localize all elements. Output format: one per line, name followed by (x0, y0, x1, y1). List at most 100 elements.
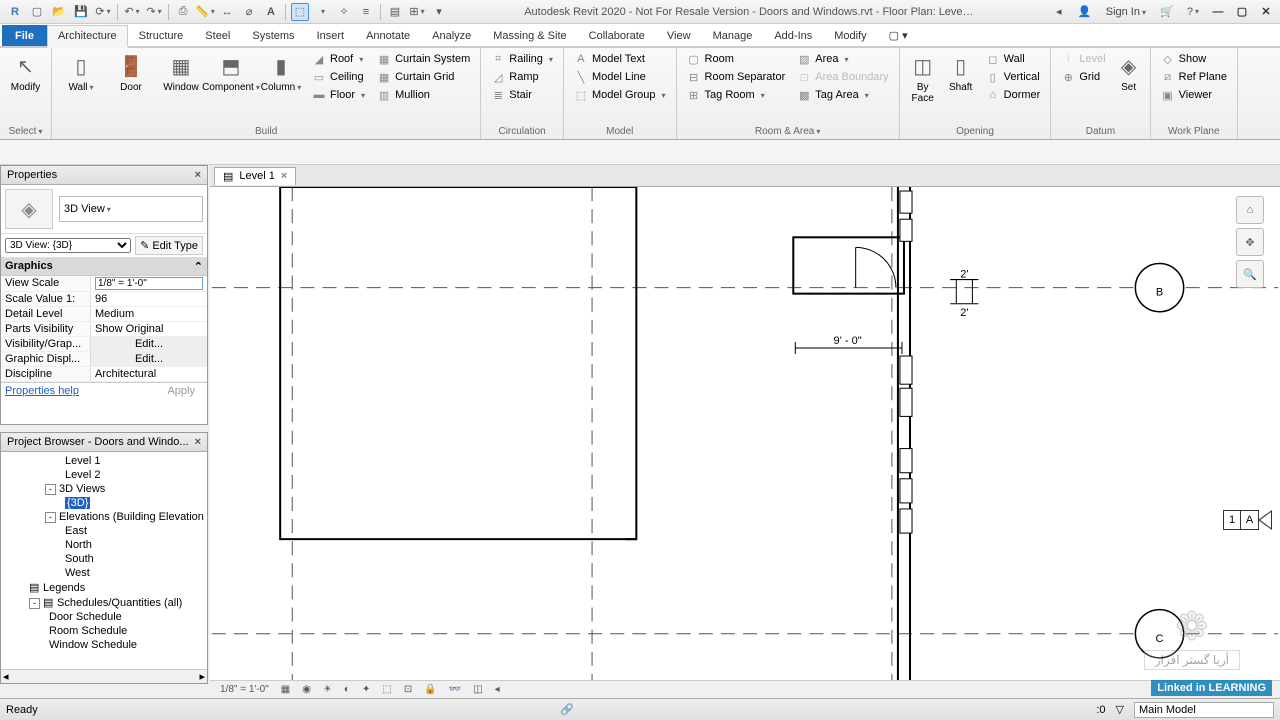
tab-structure[interactable]: Structure (128, 25, 195, 46)
property-row[interactable]: Detail LevelMedium (1, 307, 207, 322)
tree-node[interactable]: South (1, 552, 207, 566)
tree-node[interactable]: Level 1 (1, 454, 207, 468)
tree-node[interactable]: -Elevations (Building Elevation (1, 510, 207, 524)
edit-type-button[interactable]: ✎Edit Type (135, 236, 203, 255)
sun-path-icon[interactable]: ☀ (319, 684, 336, 695)
properties-help-link[interactable]: Properties help (5, 385, 79, 397)
tag-room-tool[interactable]: ⊞Tag Room (683, 86, 790, 104)
home-view-icon[interactable]: ⌂ (1236, 196, 1264, 224)
thin-lines-icon[interactable]: ≡ (357, 3, 375, 21)
property-row[interactable]: Scale Value 1:96 (1, 292, 207, 307)
by-face-tool[interactable]: ◫By Face (906, 50, 940, 106)
maximize-button[interactable]: ▢ (1232, 4, 1252, 20)
room-tool[interactable]: ▢Room (683, 50, 790, 68)
instance-selector[interactable]: 3D View: {3D} (5, 238, 131, 253)
3d-dropdown-icon[interactable] (313, 3, 331, 21)
zoom-icon[interactable]: 🔍 (1236, 260, 1264, 288)
close-hidden-icon[interactable]: ▤ (386, 3, 404, 21)
measure-icon[interactable]: 📏 (196, 3, 214, 21)
window-tool[interactable]: ▦Window (158, 50, 204, 95)
dimension-icon[interactable]: ↔ (218, 3, 236, 21)
model-line-tool[interactable]: ╲Model Line (570, 68, 670, 86)
modify-tool[interactable]: ↖Modify (6, 50, 45, 95)
tab-file[interactable]: File (2, 25, 47, 46)
close-button[interactable]: ✕ (1256, 4, 1276, 20)
view-tab-close[interactable]: × (281, 170, 287, 182)
model-group-tool[interactable]: ⬚Model Group (570, 86, 670, 104)
expander-icon[interactable]: - (45, 512, 56, 523)
prop-value[interactable] (91, 276, 207, 291)
reveal-hidden-icon[interactable]: ◫ (469, 684, 486, 695)
property-row[interactable]: Parts VisibilityShow Original (1, 322, 207, 337)
prop-value[interactable]: Architectural (91, 367, 207, 381)
tag-area-tool[interactable]: ▩Tag Area (793, 86, 892, 104)
show-workplane-tool[interactable]: ◇Show (1157, 50, 1231, 68)
stair-tool[interactable]: ≣Stair (487, 86, 557, 104)
mullion-tool[interactable]: ▥Mullion (373, 86, 474, 104)
workset-selector[interactable]: Main Model (1134, 702, 1274, 718)
tree-node[interactable]: North (1, 538, 207, 552)
tab-systems[interactable]: Systems (241, 25, 305, 46)
scale-display[interactable]: 1/8" = 1'-0" (216, 684, 273, 695)
group-collapse-icon[interactable]: ⌃ (194, 260, 203, 273)
tree-node[interactable]: West (1, 566, 207, 580)
section-marker[interactable]: 1 A (1223, 510, 1272, 530)
tag-icon[interactable]: ⌀ (240, 3, 258, 21)
qat-customize-icon[interactable]: ▾ (430, 3, 448, 21)
3d-view-icon[interactable]: ⬚ (291, 3, 309, 21)
print-icon[interactable]: ⎙ (174, 3, 192, 21)
column-tool[interactable]: ▮Column (258, 50, 304, 95)
curtain-system-tool[interactable]: ▦Curtain System (373, 50, 474, 68)
tab-massing[interactable]: Massing & Site (482, 25, 577, 46)
scroll-right-icon[interactable]: ▸ (199, 670, 205, 683)
shaft-tool[interactable]: ▯Shaft (944, 50, 978, 95)
prop-value[interactable]: Show Original (91, 322, 207, 336)
prop-value[interactable]: Edit... (91, 352, 207, 366)
tree-node[interactable]: ▤Legends (1, 580, 207, 595)
prop-input[interactable] (95, 277, 203, 290)
tab-insert[interactable]: Insert (306, 25, 356, 46)
tab-architecture[interactable]: Architecture (47, 25, 128, 48)
properties-close[interactable]: × (195, 169, 201, 181)
vertical-opening-tool[interactable]: ▯Vertical (982, 68, 1045, 86)
type-selector[interactable]: 3D View (59, 196, 203, 222)
help-icon[interactable]: ? (1184, 3, 1202, 21)
browser-close[interactable]: × (195, 436, 201, 448)
switch-windows-icon[interactable]: ⊞ (408, 3, 426, 21)
tree-node[interactable]: Room Schedule (1, 624, 207, 638)
user-icon[interactable]: 👤 (1076, 3, 1094, 21)
worksharing-display-icon[interactable]: ◂ (491, 684, 504, 695)
tree-node[interactable]: Door Schedule (1, 610, 207, 624)
tab-manage[interactable]: Manage (702, 25, 764, 46)
detail-level-icon[interactable]: ▦ (277, 684, 294, 695)
tree-node[interactable]: -▤Schedules/Quantities (all) (1, 595, 207, 610)
room-separator-tool[interactable]: ⊟Room Separator (683, 68, 790, 86)
component-tool[interactable]: ⬒Component (208, 50, 254, 95)
grid-tool[interactable]: ⊕Grid (1057, 68, 1109, 86)
model-text-tool[interactable]: AModel Text (570, 50, 670, 68)
minimize-button[interactable]: — (1208, 4, 1228, 20)
lock-icon[interactable]: 🔒 (420, 684, 440, 695)
ramp-tool[interactable]: ◿Ramp (487, 68, 557, 86)
tab-extra-icon[interactable]: ▢ ▾ (878, 24, 919, 46)
sync-icon[interactable]: ⟳ (94, 3, 112, 21)
section-icon[interactable]: ✧ (335, 3, 353, 21)
wall-tool[interactable]: ▯Wall (58, 50, 104, 95)
prop-value[interactable]: 96 (91, 292, 207, 306)
door-tool[interactable]: 🚪Door (108, 50, 154, 95)
crop-view-icon[interactable]: ⬚ (378, 684, 395, 695)
property-row[interactable]: View Scale (1, 276, 207, 292)
panel-select-label[interactable]: Select (6, 124, 45, 139)
save-icon[interactable]: 💾 (72, 3, 90, 21)
full-nav-wheel-icon[interactable]: ✥ (1236, 228, 1264, 256)
ref-plane-tool[interactable]: ⧄Ref Plane (1157, 68, 1231, 86)
tab-modify[interactable]: Modify (823, 25, 877, 46)
expander-icon[interactable]: - (29, 598, 40, 609)
temporary-hide-icon[interactable]: 👓 (445, 684, 465, 695)
filter-icon[interactable]: ▽ (1116, 703, 1124, 716)
property-row[interactable]: DisciplineArchitectural (1, 367, 207, 382)
property-row[interactable]: Visibility/Grap...Edit... (1, 337, 207, 352)
tree[interactable]: Level 1Level 2-3D Views{3D}-Elevations (… (1, 452, 207, 669)
prop-value[interactable]: Edit... (91, 337, 207, 351)
open-icon[interactable]: ▢ (28, 3, 46, 21)
